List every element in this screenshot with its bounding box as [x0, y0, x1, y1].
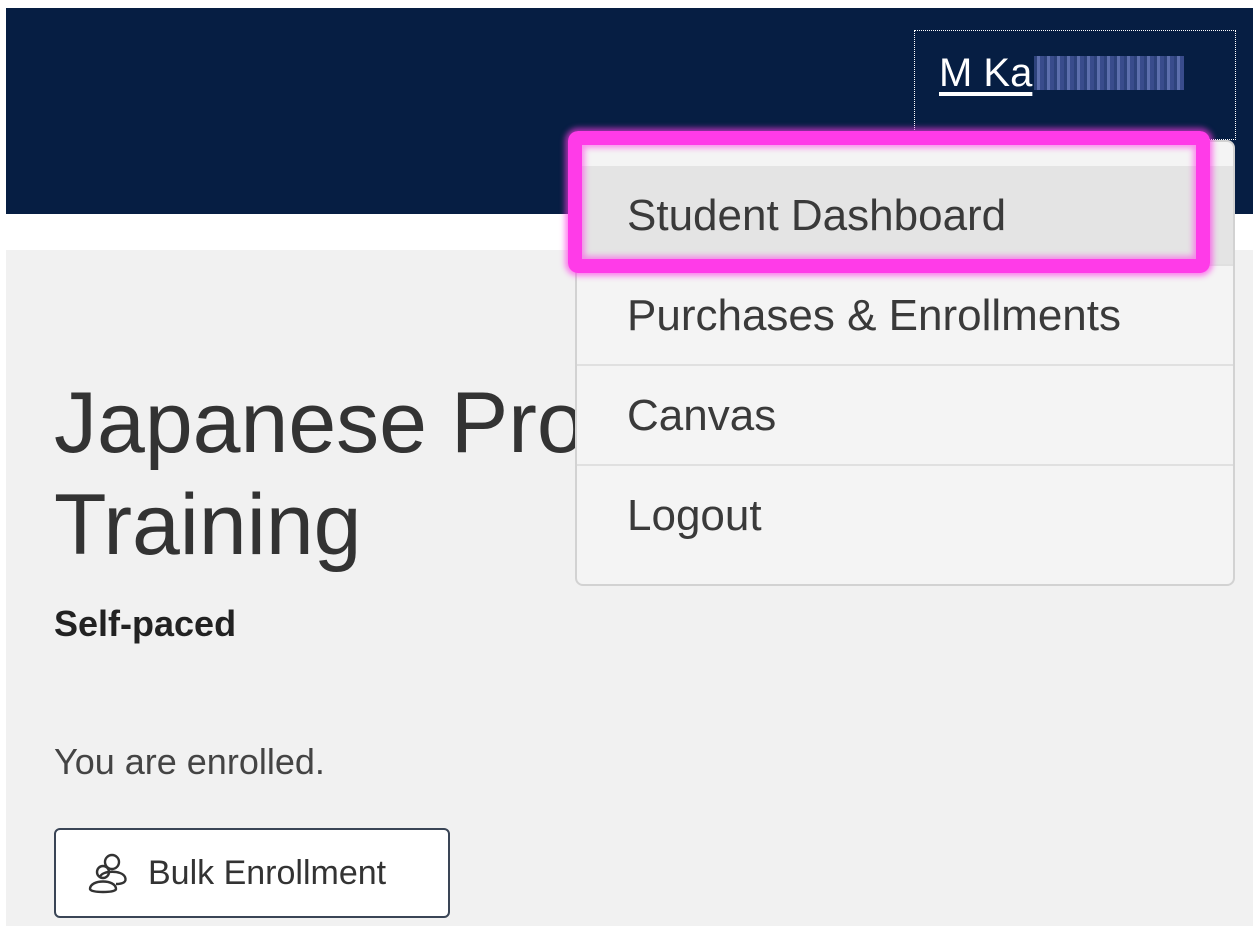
redacted-name-block	[1034, 56, 1185, 90]
bulk-enrollment-button[interactable]: Bulk Enrollment	[54, 828, 450, 918]
users-icon	[86, 851, 130, 895]
course-title-line-1: Japanese Pro	[54, 375, 585, 471]
course-pace-label: Self-paced	[54, 603, 237, 644]
enrollment-status-text: You are enrolled.	[54, 741, 325, 782]
menu-item-student-dashboard[interactable]: Student Dashboard	[577, 166, 1233, 266]
menu-item-purchases-enrollments[interactable]: Purchases & Enrollments	[577, 266, 1233, 366]
user-name-link[interactable]: M Ka	[939, 49, 1185, 97]
course-title-line-2: Training	[54, 477, 362, 573]
user-menu-toggle[interactable]: M Ka	[914, 30, 1236, 140]
page: M Ka Japanese Pro Training Self-paced Yo…	[0, 0, 1257, 926]
bulk-enrollment-label: Bulk Enrollment	[148, 853, 387, 892]
menu-item-canvas[interactable]: Canvas	[577, 366, 1233, 466]
user-dropdown-menu: Student Dashboard Purchases & Enrollment…	[575, 140, 1235, 586]
menu-item-logout[interactable]: Logout	[577, 466, 1233, 566]
user-name-text: M Ka	[939, 51, 1033, 95]
